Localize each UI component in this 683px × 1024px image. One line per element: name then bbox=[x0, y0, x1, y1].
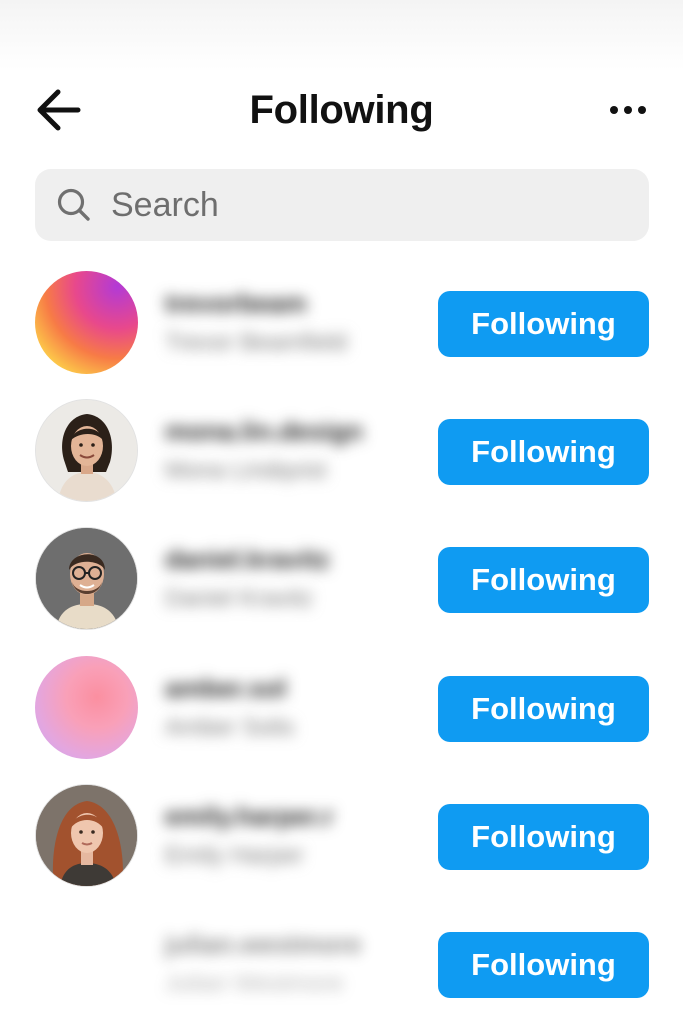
following-button[interactable]: Following bbox=[438, 932, 649, 998]
following-button[interactable]: Following bbox=[438, 547, 649, 613]
list-item[interactable]: emily.harper.r Emily Harper Following bbox=[0, 784, 683, 894]
username: mona.lin.design bbox=[165, 416, 363, 446]
user-info[interactable]: trevorbeam Trevor Beamfield bbox=[165, 286, 405, 366]
username: julian.westmore bbox=[165, 929, 362, 959]
user-info[interactable]: julian.westmore Julian Westmore bbox=[165, 927, 405, 1007]
full-name: Amber Solis bbox=[165, 714, 295, 741]
list-item[interactable]: amber.sol Amber Solis Following bbox=[0, 656, 683, 766]
avatar[interactable] bbox=[35, 271, 138, 374]
full-name: Trevor Beamfield bbox=[165, 329, 347, 356]
following-button[interactable]: Following bbox=[438, 804, 649, 870]
list-item[interactable]: mona.lin.design Mona Lindqvist Following bbox=[0, 399, 683, 509]
user-info[interactable]: mona.lin.design Mona Lindqvist bbox=[165, 414, 405, 494]
list-item[interactable]: trevorbeam Trevor Beamfield Following bbox=[0, 271, 683, 381]
username: emily.harper.r bbox=[165, 801, 334, 831]
following-screen: Following trevorbeam Trevor Beamfield Fo… bbox=[0, 0, 683, 1024]
list-item[interactable]: julian.westmore Julian Westmore Followin… bbox=[0, 912, 683, 1022]
search-bar[interactable] bbox=[35, 169, 649, 241]
avatar[interactable] bbox=[35, 399, 138, 502]
username: amber.sol bbox=[165, 673, 287, 703]
avatar[interactable] bbox=[35, 656, 138, 759]
search-input[interactable] bbox=[109, 184, 593, 226]
following-button[interactable]: Following bbox=[438, 419, 649, 485]
user-info[interactable]: emily.harper.r Emily Harper bbox=[165, 799, 405, 879]
username: daniel.kravitz bbox=[165, 544, 330, 574]
avatar[interactable] bbox=[35, 784, 138, 887]
more-horizontal-icon bbox=[607, 101, 649, 119]
full-name: Emily Harper bbox=[165, 842, 304, 869]
person-photo bbox=[36, 400, 137, 501]
following-button[interactable]: Following bbox=[438, 676, 649, 742]
full-name: Daniel Kravitz bbox=[165, 585, 314, 612]
user-info[interactable]: daniel.kravitz Daniel Kravitz bbox=[165, 542, 405, 622]
user-info[interactable]: amber.sol Amber Solis bbox=[165, 671, 405, 751]
full-name: Mona Lindqvist bbox=[165, 457, 327, 484]
page-title: Following bbox=[249, 88, 434, 132]
header: Following bbox=[0, 70, 683, 150]
following-button[interactable]: Following bbox=[438, 291, 649, 357]
username: trevorbeam bbox=[165, 288, 307, 318]
person-photo bbox=[36, 785, 137, 886]
avatar[interactable] bbox=[35, 527, 138, 630]
person-photo bbox=[36, 528, 137, 629]
full-name: Julian Westmore bbox=[165, 970, 344, 997]
search-icon bbox=[57, 188, 90, 221]
list-item[interactable]: daniel.kravitz Daniel Kravitz Following bbox=[0, 527, 683, 637]
more-options-button[interactable] bbox=[600, 88, 656, 132]
